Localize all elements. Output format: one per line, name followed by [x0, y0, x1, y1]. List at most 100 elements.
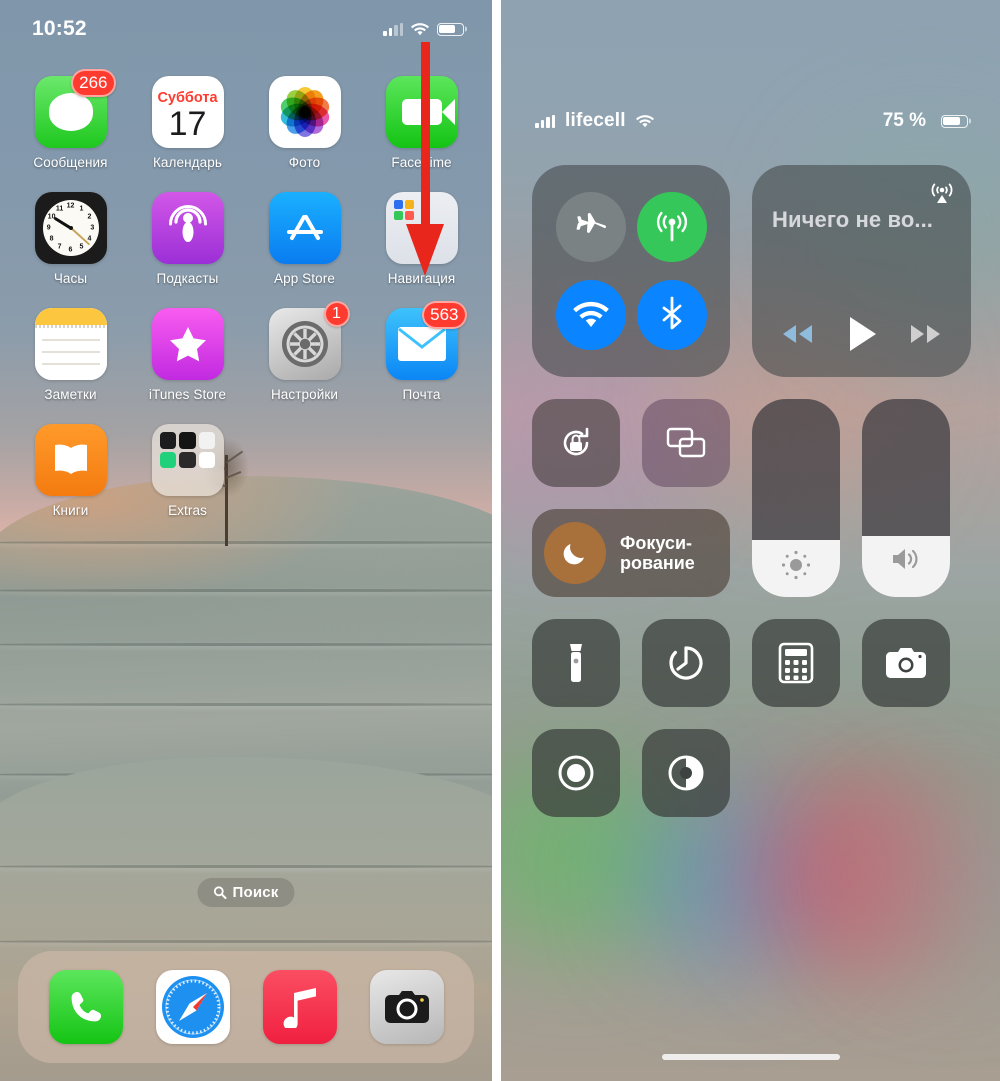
control-center: lifecell 75 % Ничего не во... Фокуси- ро… [501, 0, 1000, 1081]
brightness-icon [781, 550, 811, 579]
badge-mail: 563 [422, 301, 467, 329]
airplane-mode-button[interactable] [555, 192, 626, 262]
screen-mirroring-icon [666, 427, 706, 458]
flashlight-icon [570, 644, 582, 682]
app-label: App Store [274, 271, 335, 286]
media-title: Ничего не во... [772, 207, 933, 232]
app-label: Extras [168, 503, 207, 518]
photos-icon [268, 76, 341, 148]
annotation-arrow-down [406, 42, 444, 276]
rewind-icon[interactable] [778, 322, 818, 346]
safari-icon[interactable] [155, 970, 230, 1044]
calculator-icon [778, 642, 814, 684]
clock-icon: 1 2 3 4 5 6 7 8 9 10 11 12 [34, 192, 107, 264]
itunes-store-icon [151, 308, 224, 380]
rotation-lock-icon [563, 427, 589, 456]
timer-button[interactable] [642, 619, 730, 707]
screen-recording-button[interactable] [532, 729, 620, 817]
airplay-icon[interactable] [929, 179, 955, 205]
app-label: iTunes Store [148, 387, 227, 402]
badge-messages: 266 [71, 69, 116, 97]
calendar-date: 17 [168, 104, 207, 143]
rotation-lock-button[interactable] [532, 399, 620, 487]
airplane-icon [576, 213, 606, 233]
app-label: Календарь [152, 155, 223, 170]
calculator-button[interactable] [752, 619, 840, 707]
app-label: Настройки [270, 387, 339, 402]
calendar-weekday: Суббота [157, 89, 218, 106]
podcasts-icon [151, 192, 224, 264]
app-app-store[interactable]: App Store [246, 192, 363, 286]
app-mail[interactable]: 563 Почта [363, 301, 480, 402]
app-photos[interactable]: Фото [246, 76, 363, 170]
search-icon [213, 886, 227, 899]
status-time: 10:52 [32, 17, 87, 40]
app-label: Книги [52, 503, 89, 518]
app-itunes-store[interactable]: iTunes Store [129, 308, 246, 402]
wifi-icon [635, 114, 654, 127]
cellular-data-button[interactable] [636, 192, 707, 262]
app-settings[interactable]: 1 Настройки [246, 301, 363, 402]
app-label: Заметки [44, 387, 97, 402]
wifi-button[interactable] [555, 280, 626, 350]
bluetooth-button[interactable] [636, 280, 707, 350]
cellular-signal-icon [383, 22, 403, 36]
screenshot-root: 10:52 266 Сообщения Суббота 17 Календарь… [0, 0, 1000, 1081]
contrast-icon [668, 755, 704, 791]
app-calendar[interactable]: Суббота 17 Календарь [129, 76, 246, 170]
app-label: Сообщения [33, 155, 108, 170]
app-notes[interactable]: Заметки [12, 308, 129, 402]
dock [18, 951, 474, 1063]
volume-slider[interactable] [862, 399, 950, 597]
carrier-name: lifecell [565, 110, 626, 131]
dark-mode-button[interactable] [642, 729, 730, 817]
app-label: Почта [402, 387, 441, 402]
app-extras-folder[interactable]: Extras [129, 424, 246, 518]
focus-button[interactable]: Фокуси- рование [532, 509, 730, 597]
app-label: Фото [288, 155, 321, 170]
search-label: Поиск [232, 884, 279, 901]
battery-icon [941, 114, 968, 128]
flashlight-button[interactable] [532, 619, 620, 707]
books-icon [34, 424, 107, 496]
connectivity-tile [532, 165, 730, 377]
wifi-icon [572, 301, 609, 327]
battery-percent-label: 75 % [882, 110, 926, 131]
brightness-slider[interactable] [752, 399, 840, 597]
app-label: Часы [53, 271, 88, 286]
battery-icon [437, 22, 464, 36]
notes-icon [34, 308, 107, 380]
search-button[interactable]: Поиск [197, 878, 295, 907]
timer-icon [669, 646, 703, 680]
iphone-home-screen: 10:52 266 Сообщения Суббота 17 Календарь… [0, 0, 492, 1081]
cc-status-bar: lifecell 75 % [501, 104, 1000, 138]
play-icon[interactable] [845, 315, 879, 353]
badge-settings: 1 [323, 301, 350, 327]
app-messages[interactable]: 266 Сообщения [12, 69, 129, 170]
moon-icon [544, 522, 606, 584]
wifi-icon [411, 22, 429, 35]
phone-icon[interactable] [48, 970, 123, 1044]
app-label: Подкасты [156, 271, 219, 286]
camera-icon [886, 648, 926, 678]
calendar-icon: Суббота 17 [151, 76, 224, 148]
forward-icon[interactable] [905, 322, 945, 346]
app-podcasts[interactable]: Подкасты [129, 192, 246, 286]
focus-label-line1: Фокуси- [620, 532, 692, 553]
home-indicator[interactable] [661, 1054, 840, 1060]
screen-mirroring-button[interactable] [642, 399, 730, 487]
cellular-signal-icon [535, 114, 555, 128]
panel-divider [492, 0, 501, 1081]
app-clock[interactable]: 1 2 3 4 5 6 7 8 9 10 11 12 Часы [12, 192, 129, 286]
volume-icon [893, 548, 918, 569]
media-playback-tile[interactable]: Ничего не во... [752, 165, 971, 377]
camera-button[interactable] [862, 619, 950, 707]
app-books[interactable]: Книги [12, 424, 129, 518]
focus-label-line2: рование [620, 553, 695, 573]
music-icon[interactable] [262, 970, 337, 1044]
app-store-icon [268, 192, 341, 264]
bluetooth-icon [662, 296, 681, 330]
screen-recording-icon [558, 755, 594, 791]
camera-icon[interactable] [369, 970, 444, 1044]
cellular-data-icon [656, 211, 687, 242]
